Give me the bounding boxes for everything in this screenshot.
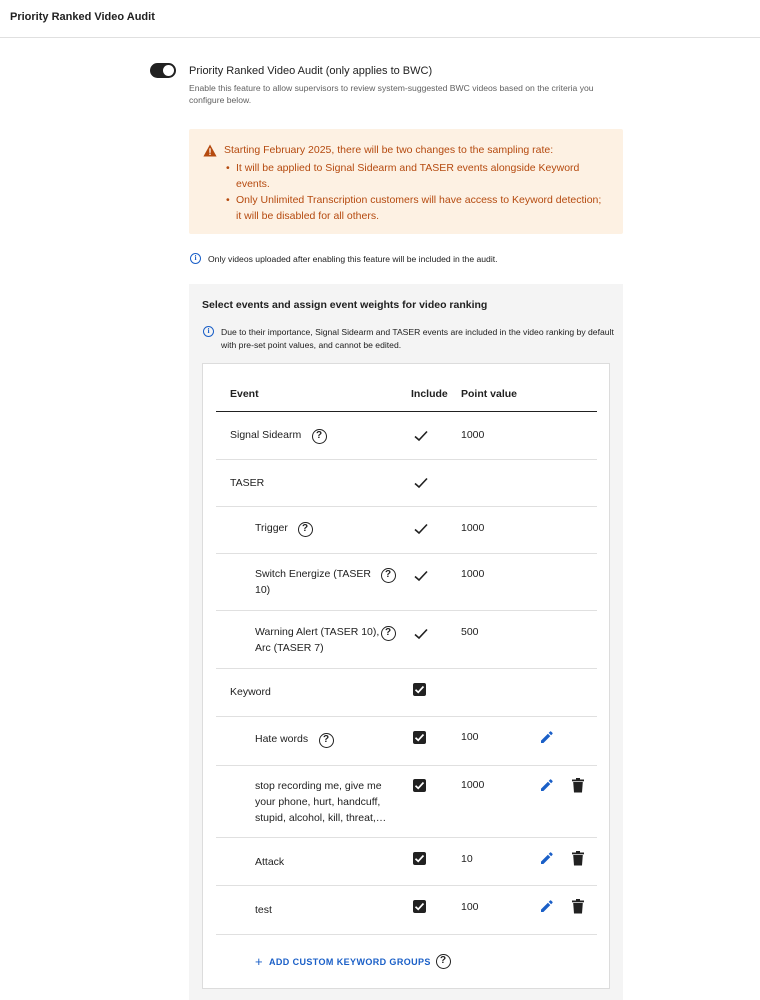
row-divider xyxy=(216,610,597,611)
include-checkbox[interactable] xyxy=(413,900,426,913)
point-value: 100 xyxy=(461,731,479,743)
events-table: Event Include Point value Signal Sidearm… xyxy=(202,363,610,989)
event-name-keyword: Keyword xyxy=(230,686,271,698)
event-name-signal-sidearm: Signal Sidearm xyxy=(230,429,302,441)
row-divider xyxy=(216,553,597,554)
feature-toggle[interactable] xyxy=(150,63,176,78)
event-name-hate-words: Hate words xyxy=(255,733,309,745)
row-divider xyxy=(216,837,597,838)
point-value: 100 xyxy=(461,901,479,913)
point-value: 1000 xyxy=(461,522,485,534)
warning-icon xyxy=(203,144,217,157)
point-value: 1000 xyxy=(461,779,485,791)
include-checkbox[interactable] xyxy=(413,731,426,744)
row-divider xyxy=(216,459,597,460)
event-name-warning-alert: Warning Alert (TASER 10), Arc (TASER 7) xyxy=(255,626,380,654)
point-value: 1000 xyxy=(461,568,485,580)
event-name-trigger: Trigger xyxy=(255,522,288,534)
warning-list: It will be applied to Signal Sidearm and… xyxy=(226,160,606,224)
row-divider xyxy=(216,506,597,507)
help-icon[interactable] xyxy=(312,429,327,444)
include-checkbox[interactable] xyxy=(413,779,426,792)
event-name-taser: TASER xyxy=(230,477,265,489)
keyword-include-checkbox[interactable] xyxy=(413,683,426,696)
check-icon xyxy=(414,628,428,640)
point-value: 1000 xyxy=(461,429,485,441)
trash-icon[interactable] xyxy=(572,899,584,914)
edit-icon[interactable] xyxy=(539,730,554,745)
point-value: 500 xyxy=(461,626,479,638)
event-name-switch-energize: Switch Energize (TASER 10) xyxy=(255,568,371,596)
event-name-attack: Attack xyxy=(255,856,285,868)
add-button-label: ADD CUSTOM KEYWORD GROUPS xyxy=(269,957,431,967)
panel-info-text: Due to their importance, Signal Sidearm … xyxy=(221,327,614,350)
plus-icon: + xyxy=(255,954,263,969)
check-icon xyxy=(414,477,428,489)
info-note-text: Only videos uploaded after enabling this… xyxy=(208,254,498,264)
row-divider xyxy=(216,934,597,935)
column-header-event: Event xyxy=(230,388,259,400)
info-icon xyxy=(203,326,214,337)
info-icon xyxy=(190,253,201,264)
row-divider xyxy=(216,765,597,766)
toggle-knob xyxy=(163,65,174,76)
edit-icon[interactable] xyxy=(539,778,554,793)
row-divider xyxy=(216,668,597,669)
header-divider xyxy=(216,411,597,412)
help-icon[interactable] xyxy=(436,954,451,969)
warning-item: It will be applied to Signal Sidearm and… xyxy=(226,160,606,192)
column-header-points: Point value xyxy=(461,388,518,400)
page-header: Priority Ranked Video Audit xyxy=(0,0,760,38)
trash-icon[interactable] xyxy=(572,851,584,866)
feature-description: Enable this feature to allow supervisors… xyxy=(189,83,594,105)
event-name-test: test xyxy=(255,904,272,916)
edit-icon[interactable] xyxy=(539,899,554,914)
help-icon[interactable] xyxy=(319,733,334,748)
feature-title: Priority Ranked Video Audit (only applie… xyxy=(189,65,433,77)
event-weights-panel: Select events and assign event weights f… xyxy=(189,284,623,1000)
panel-title: Select events and assign event weights f… xyxy=(202,299,488,311)
page-title: Priority Ranked Video Audit xyxy=(10,11,155,23)
help-icon[interactable] xyxy=(381,626,396,641)
edit-icon[interactable] xyxy=(539,851,554,866)
row-divider xyxy=(216,885,597,886)
check-icon xyxy=(414,570,428,582)
row-divider xyxy=(216,716,597,717)
help-icon[interactable] xyxy=(381,568,396,583)
column-header-include: Include xyxy=(411,388,448,400)
trash-icon[interactable] xyxy=(572,778,584,793)
warning-item: Only Unlimited Transcription customers w… xyxy=(226,192,606,224)
event-name-keyword-group: stop recording me, give me your phone, h… xyxy=(255,780,387,824)
warning-heading: Starting February 2025, there will be tw… xyxy=(224,144,554,156)
check-icon xyxy=(414,523,428,535)
warning-banner: Starting February 2025, there will be tw… xyxy=(189,129,623,234)
check-icon xyxy=(414,430,428,442)
include-checkbox[interactable] xyxy=(413,852,426,865)
help-icon[interactable] xyxy=(298,522,313,537)
point-value: 10 xyxy=(461,853,473,865)
